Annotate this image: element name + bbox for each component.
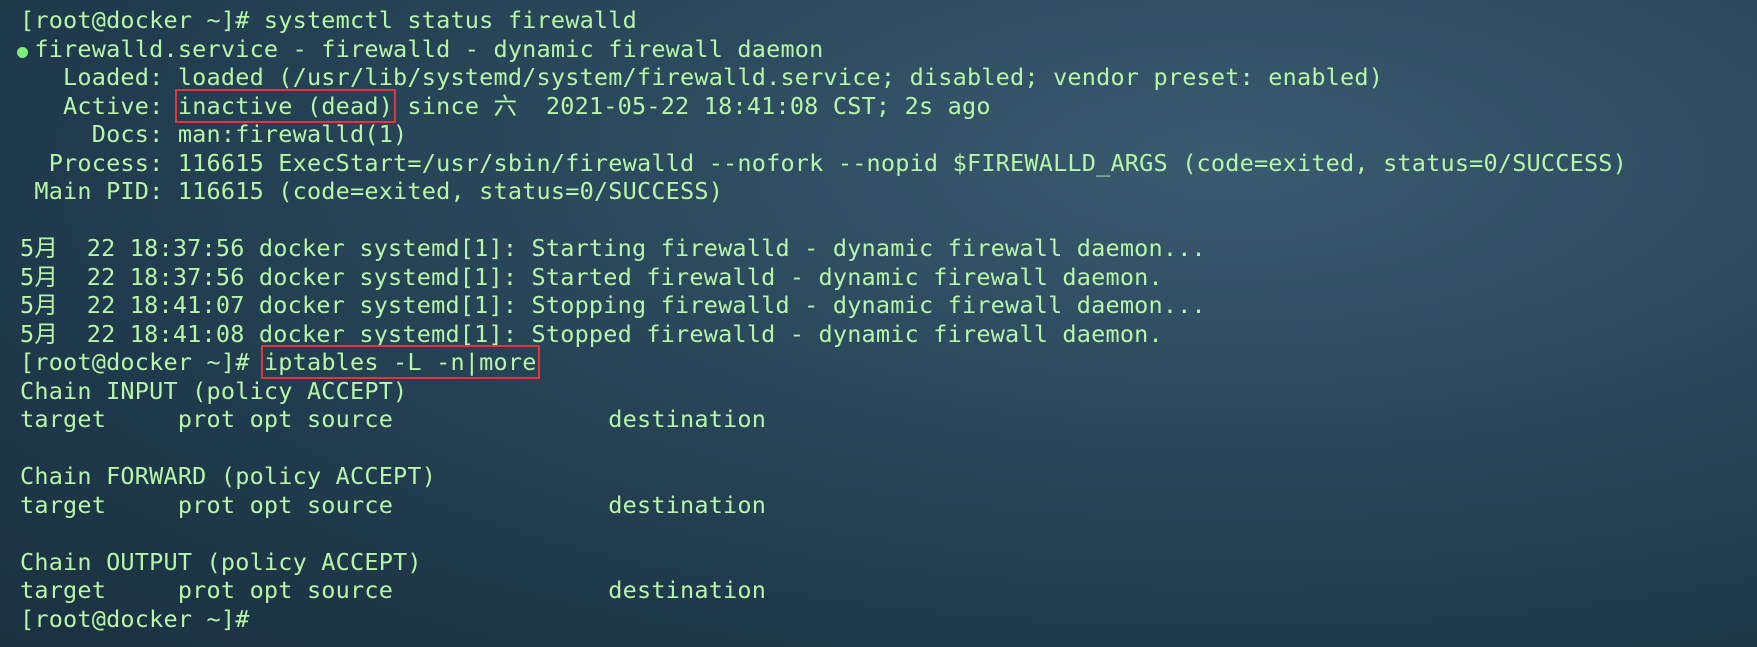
active-label: Active: — [20, 91, 178, 120]
terminal-line: Loaded: loaded (/usr/lib/systemd/system/… — [20, 63, 1757, 92]
terminal-line: Process: 116615 ExecStart=/usr/sbin/fire… — [20, 149, 1757, 178]
terminal-line: Docs: man:firewalld(1) — [20, 120, 1757, 149]
service-title: firewalld.service - firewalld - dynamic … — [20, 34, 824, 63]
docs-line: Docs: man:firewalld(1) — [20, 120, 408, 148]
prompt: [root@docker ~]# — [20, 348, 264, 376]
chain-output-header: Chain OUTPUT (policy ACCEPT) — [20, 547, 422, 576]
terminal-line: Chain OUTPUT (policy ACCEPT) — [20, 548, 1757, 577]
log-line: 5月 22 18:41:08 docker systemd[1]: Stoppe… — [20, 319, 1163, 348]
active-since: since 六 2021-05-22 18:41:08 CST; 2s ago — [393, 91, 991, 120]
chain-input-header: Chain INPUT (policy ACCEPT) — [20, 376, 408, 405]
chain-forward-header: Chain FORWARD (policy ACCEPT) — [20, 462, 437, 490]
terminal-line: 5月 22 18:37:56 docker systemd[1]: Starte… — [20, 263, 1757, 292]
command-line: [root@docker ~]# systemctl status firewa… — [20, 6, 637, 34]
log-line: 5月 22 18:37:56 docker systemd[1]: Starti… — [20, 234, 1206, 262]
terminal-line: Active: inactive (dead) since 六 2021-05-… — [20, 88, 1757, 123]
terminal-line: 5月 22 18:41:07 docker systemd[1]: Stoppi… — [20, 291, 1757, 320]
terminal-line: target prot opt source destination — [20, 491, 1757, 520]
terminal-line: Chain INPUT (policy ACCEPT) — [20, 377, 1757, 406]
status-dot-icon — [17, 46, 28, 58]
main-pid-line: Main PID: 116615 (code=exited, status=0/… — [20, 177, 724, 205]
loaded-line: Loaded: loaded (/usr/lib/systemd/system/… — [20, 63, 1384, 91]
log-line: 5月 22 18:37:56 docker systemd[1]: Starte… — [20, 262, 1163, 291]
terminal-line: 5月 22 18:41:08 docker systemd[1]: Stoppe… — [20, 320, 1757, 349]
log-line: 5月 22 18:41:07 docker systemd[1]: Stoppi… — [20, 291, 1206, 319]
current-prompt[interactable]: [root@docker ~]# — [20, 605, 264, 633]
terminal-window[interactable]: [root@docker ~]# systemctl status firewa… — [0, 0, 1757, 647]
table-header: target prot opt source destination — [20, 576, 767, 604]
process-line: Process: 116615 ExecStart=/usr/sbin/fire… — [20, 148, 1627, 177]
terminal-line: 5月 22 18:37:56 docker systemd[1]: Starti… — [20, 234, 1757, 263]
terminal-line: [root@docker ~]# iptables -L -n|more — [20, 345, 1757, 379]
iptables-command-highlight: iptables -L -n|more — [260, 345, 540, 379]
terminal-line: Main PID: 116615 (code=exited, status=0/… — [20, 177, 1757, 206]
active-status-highlight: inactive (dead) — [174, 88, 397, 123]
terminal-line[interactable]: [root@docker ~]# — [20, 605, 1757, 634]
terminal-line: Chain FORWARD (policy ACCEPT) — [20, 462, 1757, 491]
table-header: target prot opt source destination — [20, 405, 767, 433]
terminal-line: [root@docker ~]# systemctl status firewa… — [20, 6, 1757, 35]
table-header: target prot opt source destination — [20, 490, 767, 519]
terminal-line: target prot opt source destination — [20, 576, 1757, 605]
terminal-line: target prot opt source destination — [20, 405, 1757, 434]
terminal-line: firewalld.service - firewalld - dynamic … — [17, 34, 1757, 64]
